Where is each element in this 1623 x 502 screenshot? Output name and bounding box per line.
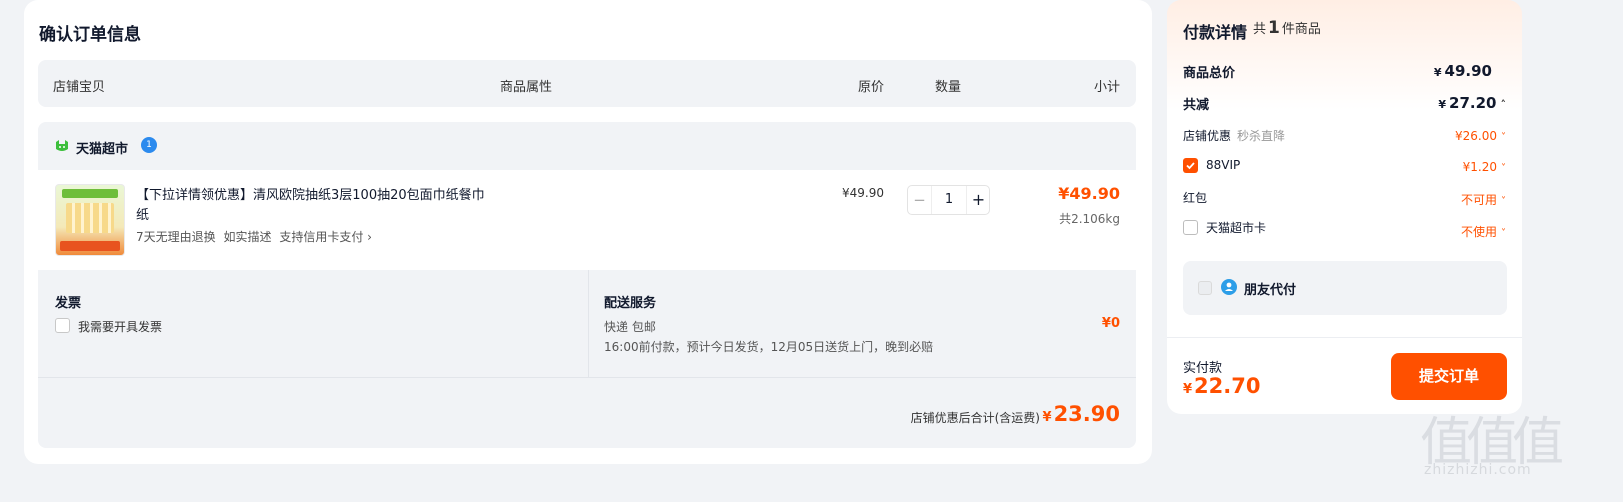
qty-input[interactable]: 1 xyxy=(932,186,966,214)
item-count: 共 1 件商品 xyxy=(1253,18,1321,38)
vip-dropdown[interactable]: ¥1.20 ˅ xyxy=(1463,160,1506,174)
chevron-up-icon: ˄ xyxy=(1500,98,1507,111)
header-store-item: 店铺宝贝 xyxy=(53,80,106,95)
invoice-title: 发票 xyxy=(55,296,82,311)
shop-discount-dropdown[interactable]: ¥26.00 ˅ xyxy=(1455,129,1506,143)
item-count-prefix: 共 xyxy=(1253,22,1267,37)
tmall-card-label[interactable]: 天猫超市卡 xyxy=(1206,219,1266,236)
currency-symbol: ¥ xyxy=(1433,66,1442,79)
page-title: 确认订单信息 xyxy=(39,25,141,45)
red-packet-label: 红包 xyxy=(1183,191,1208,205)
goods-total-value: ¥49.90 xyxy=(1434,62,1492,80)
checkmark-icon xyxy=(1186,162,1195,170)
quantity-stepper: − 1 + xyxy=(907,185,990,215)
friend-pay-checkbox[interactable] xyxy=(1198,281,1212,295)
tmall-card-checkbox[interactable] xyxy=(1183,220,1198,235)
item-count-number: 1 xyxy=(1268,18,1280,38)
friend-pay-icon xyxy=(1221,279,1237,295)
delivery-title: 配送服务 xyxy=(604,296,657,311)
goods-total-amount: 49.90 xyxy=(1444,62,1492,80)
delivery-fee: ¥0 xyxy=(1101,316,1120,331)
header-quantity: 数量 xyxy=(935,80,962,95)
discount-amount: 27.20 xyxy=(1449,94,1497,112)
store-total-value: ¥23.90 xyxy=(1043,402,1120,426)
product-weight: 共2.106kg xyxy=(1059,212,1120,226)
payment-title: 付款详情 xyxy=(1183,23,1248,42)
store-badge: 1 xyxy=(141,137,157,153)
vip-amount: ¥1.20 xyxy=(1462,160,1497,174)
currency-symbol: ¥ xyxy=(1042,410,1052,425)
store-total-row: 店铺优惠后合计(含运费) ¥23.90 xyxy=(38,377,1136,448)
actual-pay-value: ¥22.70 xyxy=(1183,374,1260,398)
store-total-label: 店铺优惠后合计(含运费) xyxy=(910,411,1040,425)
product-services: 7天无理由退换 如实描述 支持信用卡支付 › xyxy=(136,228,376,245)
chevron-down-icon: ˅ xyxy=(1501,228,1506,239)
goods-total-label: 商品总价 xyxy=(1183,66,1236,81)
discount-toggle[interactable]: ¥27.20 ˄ xyxy=(1438,94,1506,112)
chevron-down-icon: ˅ xyxy=(1501,196,1506,207)
order-confirm-card: 确认订单信息 店铺宝贝 商品属性 原价 数量 小计 天猫超市 1 【下拉详情领优… xyxy=(24,0,1152,464)
shop-discount-tag: 秒杀直降 xyxy=(1237,129,1286,143)
payment-details-card: 付款详情 共 1 件商品 商品总价 ¥49.90 共减 ¥27.20 ˄ 店铺优惠 秒… xyxy=(1167,0,1522,414)
vip-label[interactable]: 88VIP xyxy=(1206,158,1240,172)
product-image[interactable] xyxy=(55,184,125,256)
store-header: 天猫超市 1 xyxy=(38,122,1136,170)
actual-pay-amount: 22.70 xyxy=(1194,374,1261,398)
store-name[interactable]: 天猫超市 xyxy=(76,138,128,157)
header-subtotal: 小计 xyxy=(1093,80,1120,95)
delivery-method: 快递 包邮 xyxy=(604,320,656,334)
currency-symbol: ¥ xyxy=(1183,382,1193,397)
product-title[interactable]: 【下拉详情领优惠】清风欧院抽纸3层100抽20包面巾纸餐巾纸 xyxy=(136,186,496,226)
watermark-logo: 值值值 zhizhizhi.com xyxy=(1420,400,1570,490)
discount-label: 共减 xyxy=(1183,98,1210,113)
qty-plus-button[interactable]: + xyxy=(966,186,990,214)
friend-pay-option[interactable]: 朋友代付 xyxy=(1183,261,1507,315)
divider xyxy=(1167,337,1522,338)
shop-discount-amount: ¥26.00 xyxy=(1455,129,1497,143)
store-total-amount: 23.90 xyxy=(1053,402,1120,426)
red-packet-status: 不可用 xyxy=(1460,193,1497,207)
tmall-cat-icon xyxy=(56,140,68,151)
tmall-card-status: 不使用 xyxy=(1460,225,1497,239)
product-orig-price: ¥49.90 xyxy=(842,186,884,200)
table-header: 店铺宝贝 商品属性 原价 数量 小计 xyxy=(38,60,1136,107)
invoice-checkbox[interactable] xyxy=(55,318,70,333)
shop-discount-label: 店铺优惠 xyxy=(1183,129,1232,143)
service-return: 7天无理由退换 xyxy=(136,230,216,244)
chevron-down-icon: ˅ xyxy=(1501,163,1506,174)
qty-minus-button[interactable]: − xyxy=(908,186,932,214)
currency-symbol: ¥ xyxy=(1438,98,1447,111)
friend-pay-label: 朋友代付 xyxy=(1244,283,1297,298)
red-packet-dropdown[interactable]: 不可用 ˅ xyxy=(1461,191,1506,208)
chevron-down-icon: ˅ xyxy=(1501,132,1506,143)
delivery-detail: 16:00前付款，预计今日发货，12月05日送货上门，晚到必赔 xyxy=(604,340,934,354)
product-subtotal: ¥49.90 xyxy=(1058,184,1120,203)
header-orig-price: 原价 xyxy=(858,80,885,95)
header-attributes: 商品属性 xyxy=(500,80,553,95)
submit-order-button[interactable]: 提交订单 xyxy=(1391,353,1507,400)
item-count-suffix: 件商品 xyxy=(1281,22,1321,37)
invoice-label[interactable]: 我需要开具发票 xyxy=(78,318,162,335)
service-accurate: 如实描述 xyxy=(223,230,272,244)
store-order-block: 天猫超市 1 【下拉详情领优惠】清风欧院抽纸3层100抽20包面巾纸餐巾纸 7天… xyxy=(38,122,1136,448)
service-credit-card[interactable]: 支持信用卡支付 › xyxy=(279,230,372,244)
product-row: 【下拉详情领优惠】清风欧院抽纸3层100抽20包面巾纸餐巾纸 7天无理由退换 如… xyxy=(38,170,1136,270)
delivery-section: 配送服务 快递 包邮 16:00前付款，预计今日发货，12月05日送货上门，晚到… xyxy=(588,270,1136,377)
watermark-text: zhizhizhi.com xyxy=(1424,462,1532,478)
tmall-card-dropdown[interactable]: 不使用 ˅ xyxy=(1461,223,1506,240)
vip-checkbox[interactable] xyxy=(1183,158,1198,173)
invoice-section: 发票 我需要开具发票 xyxy=(38,270,587,377)
